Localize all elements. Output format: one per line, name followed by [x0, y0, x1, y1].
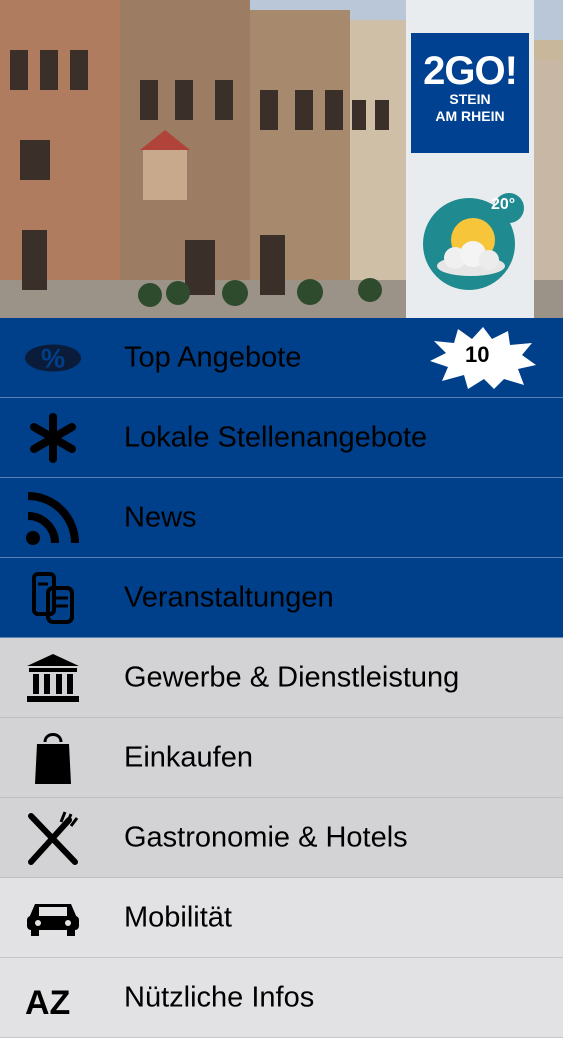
logo-subtitle-1: STEIN: [449, 91, 491, 107]
az-icon: AZ: [24, 969, 82, 1027]
rss-icon: [24, 489, 82, 547]
logo-subtitle-2: AM RHEIN: [435, 108, 505, 124]
menu-item-label: Top Angebote: [124, 341, 302, 373]
menu-item-label: Gastronomie & Hotels: [124, 821, 408, 853]
svg-text:AZ: AZ: [25, 984, 70, 1018]
badge-count: 10: [465, 342, 490, 367]
events-icon: [24, 569, 82, 627]
header-banner: 2GO! STEIN AM RHEIN 20°: [0, 0, 563, 318]
menu-item-gewerbe[interactable]: Gewerbe & Dienstleistung: [0, 638, 563, 718]
fork-knife-icon: [24, 809, 82, 867]
menu-item-label: Einkaufen: [124, 741, 253, 773]
logo-title: 2GO!: [423, 49, 518, 93]
svg-text:%: %: [41, 343, 65, 373]
percent-icon: %: [24, 329, 82, 387]
menu-item-nuetzliche-infos[interactable]: AZ Nützliche Infos: [0, 958, 563, 1038]
main-menu: % Top Angebote Lokale Stellenangebote Ne…: [0, 318, 563, 1038]
asterisk-icon: [24, 409, 82, 467]
car-icon: [24, 889, 82, 947]
menu-item-einkaufen[interactable]: Einkaufen: [0, 718, 563, 798]
menu-item-mobilitaet[interactable]: Mobilität: [0, 878, 563, 958]
temperature-label: 20°: [491, 196, 516, 213]
bank-icon: [24, 649, 82, 707]
menu-item-label: Gewerbe & Dienstleistung: [124, 661, 460, 693]
menu-item-label: Lokale Stellenangebote: [124, 421, 428, 453]
menu-item-stellenangebote[interactable]: Lokale Stellenangebote: [0, 398, 563, 478]
menu-item-label: Mobilität: [124, 901, 232, 933]
app-logo[interactable]: 2GO! STEIN AM RHEIN: [411, 33, 529, 153]
menu-item-veranstaltungen[interactable]: Veranstaltungen: [0, 558, 563, 638]
menu-item-news[interactable]: News: [0, 478, 563, 558]
menu-item-gastronomie[interactable]: Gastronomie & Hotels: [0, 798, 563, 878]
menu-item-label: Nützliche Infos: [124, 981, 315, 1013]
shopping-bag-icon: [24, 729, 82, 787]
menu-item-label: Veranstaltungen: [124, 581, 334, 613]
menu-item-label: News: [124, 501, 197, 533]
